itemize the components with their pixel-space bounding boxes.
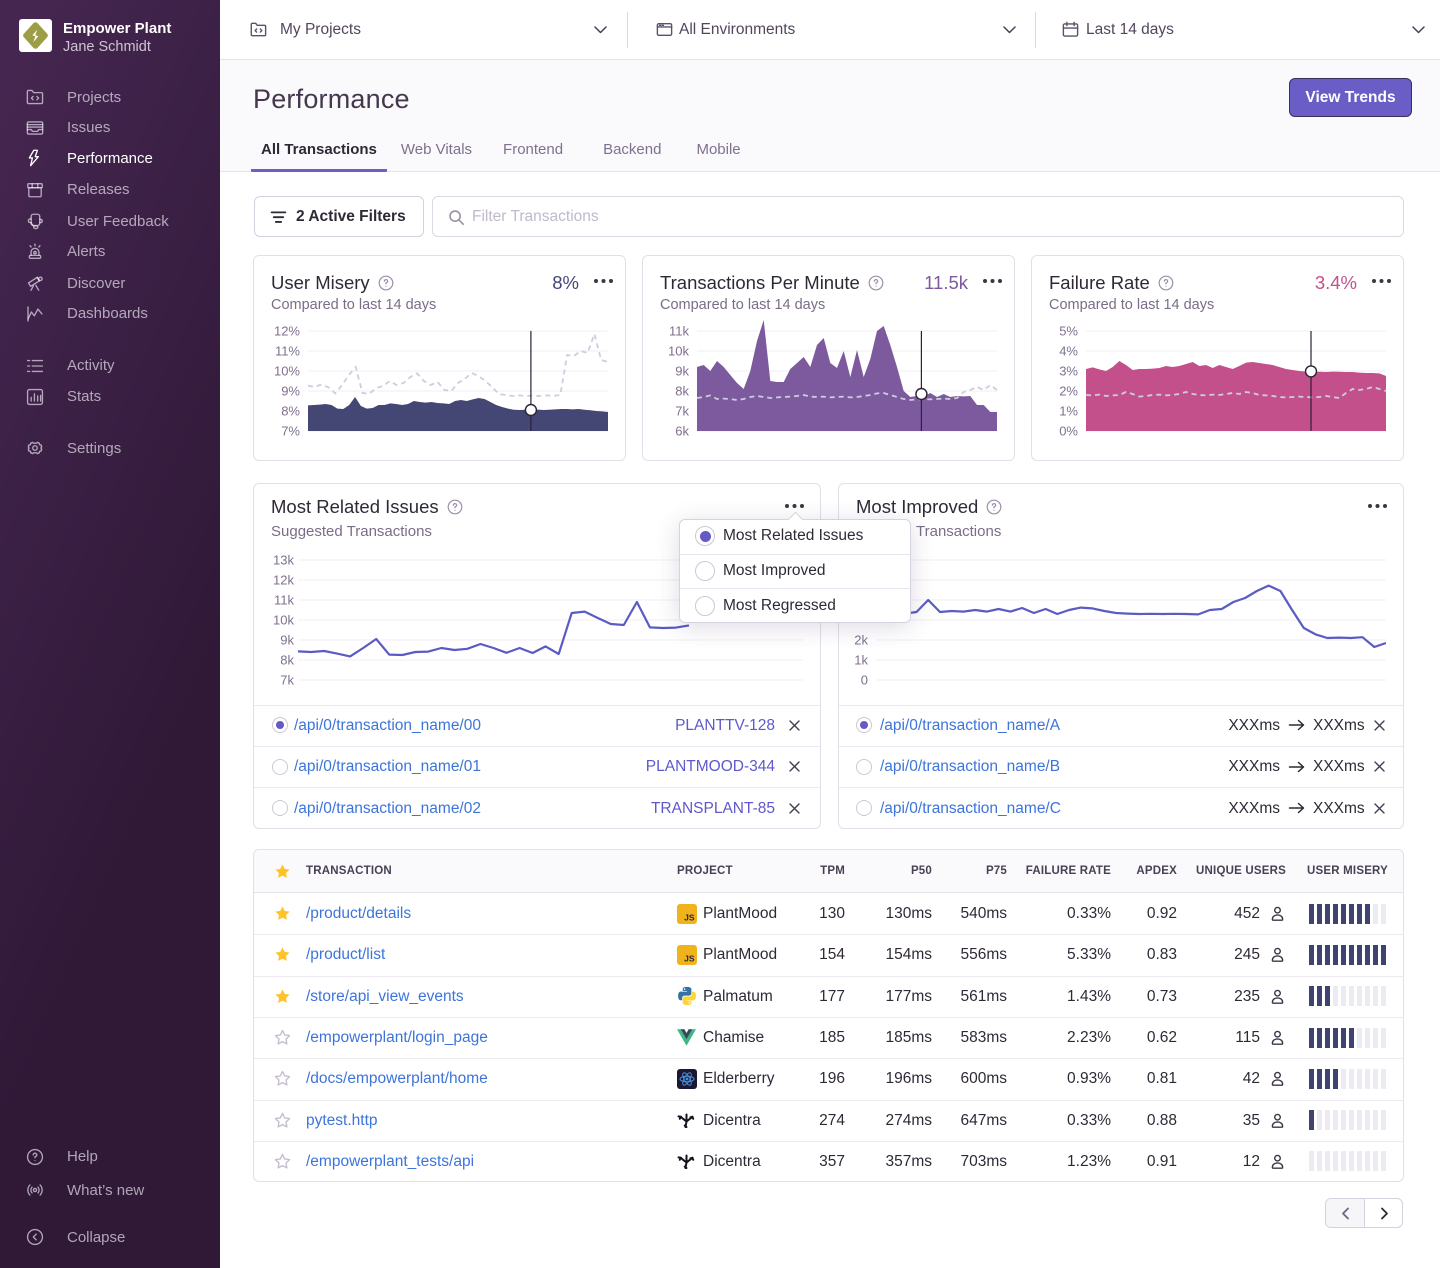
svg-text:7%: 7% [281,424,300,439]
svg-text:9k: 9k [280,633,294,648]
svg-text:9%: 9% [281,384,300,399]
svg-text:1%: 1% [1059,404,1078,419]
svg-text:12%: 12% [274,324,300,339]
svg-text:JS: JS [684,953,695,963]
svg-text:9k: 9k [675,364,689,379]
svg-text:13k: 13k [273,553,294,568]
svg-text:1k: 1k [854,653,868,668]
svg-text:7k: 7k [675,404,689,419]
svg-text:12k: 12k [273,573,294,588]
svg-text:10%: 10% [274,364,300,379]
svg-text:0: 0 [861,673,868,688]
svg-text:10k: 10k [668,344,689,359]
svg-text:10k: 10k [273,613,294,628]
svg-text:7k: 7k [280,673,294,688]
svg-text:2%: 2% [1059,384,1078,399]
svg-text:8k: 8k [280,653,294,668]
svg-text:JS: JS [684,912,695,922]
svg-text:8%: 8% [281,404,300,419]
svg-text:2k: 2k [854,633,868,648]
svg-text:0%: 0% [1059,424,1078,439]
svg-text:11%: 11% [275,344,300,359]
svg-text:11k: 11k [274,593,294,608]
svg-text:4%: 4% [1059,344,1078,359]
svg-text:3%: 3% [1059,364,1078,379]
svg-text:8k: 8k [675,384,689,399]
svg-text:5%: 5% [1059,324,1078,339]
svg-text:6k: 6k [675,424,689,439]
svg-text:11k: 11k [669,324,689,339]
